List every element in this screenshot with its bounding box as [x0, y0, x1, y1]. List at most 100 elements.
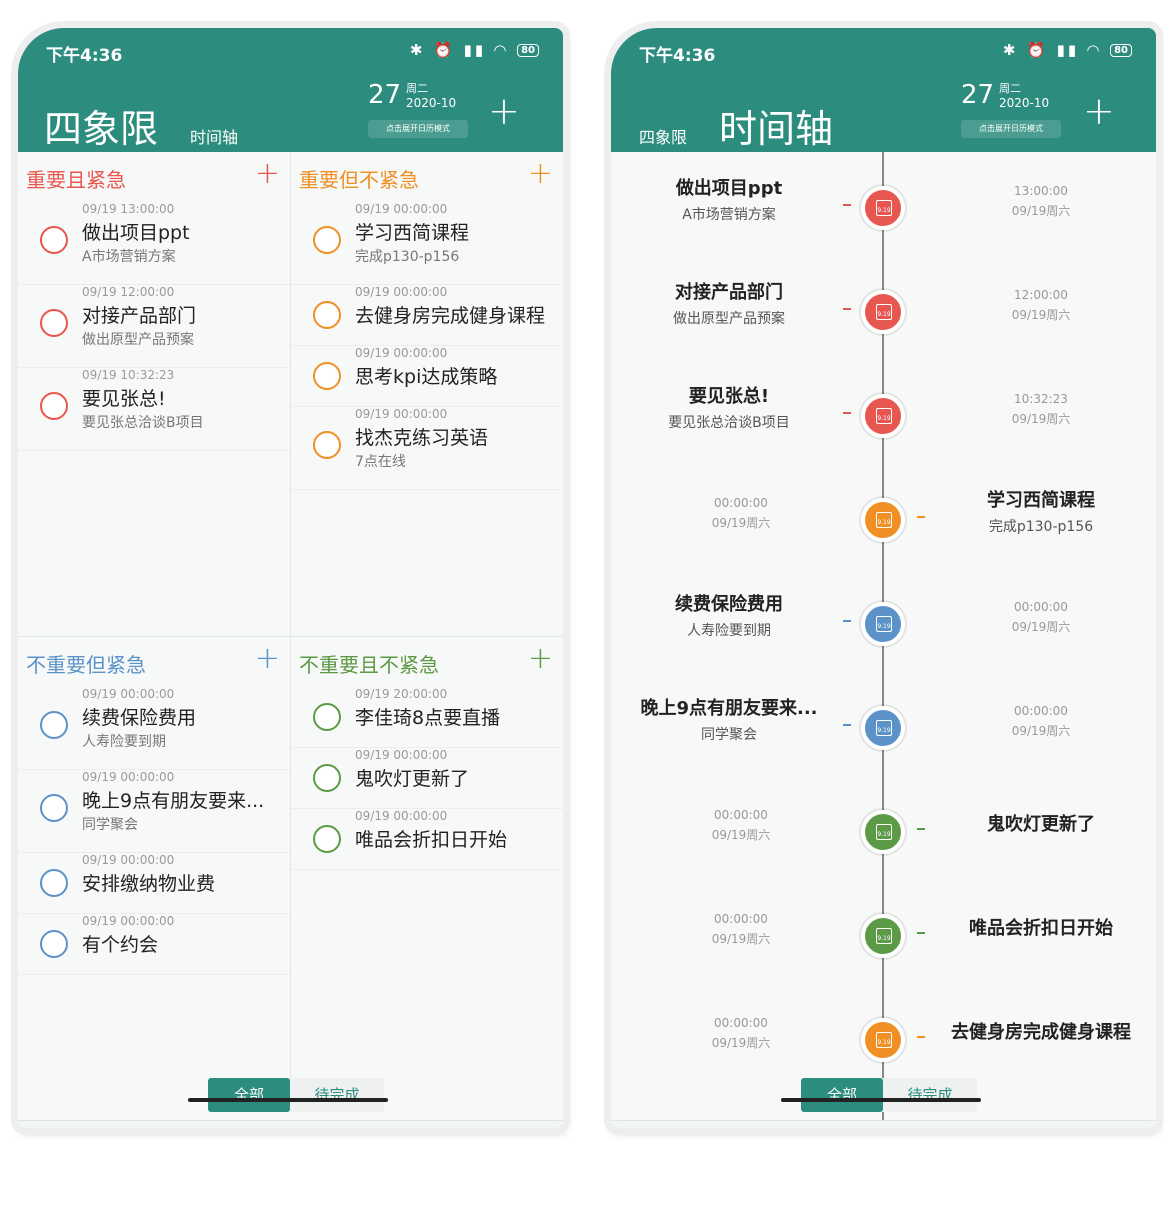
timeline-item[interactable]: 9.19 学习西简课程 完成p130-p156 00:00:00 09/19周六: [611, 480, 1156, 580]
timeline-item[interactable]: 9.19 对接产品部门 做出原型产品预案 12:00:00 09/19周六: [611, 272, 1156, 372]
timeline-task: 对接产品部门 做出原型产品预案: [619, 278, 839, 328]
timeline-item[interactable]: 9.19 唯品会折扣日开始 00:00:00 09/19周六: [611, 896, 1156, 996]
task-title: 对接产品部门: [82, 305, 197, 327]
date-weekday: 周二: [406, 82, 428, 95]
filter-pending-button[interactable]: 待完成: [883, 1078, 977, 1112]
checkbox-circle[interactable]: [313, 301, 341, 329]
timeline-item[interactable]: 9.19 续费保险费用 人寿险要到期 00:00:00 09/19周六: [611, 584, 1156, 684]
quadrant: 重要但不紧急 +09/19 00:00:00 学习西简课程 完成p130-p156 09…: [291, 152, 563, 592]
task-time: 10:32:23: [1014, 392, 1068, 406]
task-time: 09/19 00:00:00: [355, 407, 448, 421]
calendar-mode-button[interactable]: 点击展开日历模式: [368, 120, 468, 138]
task-item[interactable]: 09/19 10:32:23 要见张总! 要见张总洽谈B项目: [18, 368, 290, 451]
task-note: 同学聚会: [701, 727, 757, 743]
calendar-icon: 9.19: [876, 304, 892, 320]
switch-quadrant-link[interactable]: 四象限: [639, 124, 687, 148]
task-time: 09/19 00:00:00: [355, 346, 448, 360]
task-item[interactable]: 09/19 13:00:00 做出项目ppt A市场营销方案: [18, 202, 290, 285]
task-datetime: 00:00:00 09/19周六: [651, 496, 831, 535]
task-date: 09/19周六: [1011, 724, 1071, 738]
calendar-node-icon: 9.19: [861, 498, 905, 542]
task-item[interactable]: 09/19 00:00:00 学习西简课程 完成p130-p156: [291, 202, 563, 285]
task-note: 要见张总洽谈B项目: [82, 415, 204, 431]
app-header: 下午4:36 ✱ ⏰ ▮▮ ◠ 80 四象限 时间轴 27 周二 2020-10…: [18, 28, 563, 152]
task-note: 完成p130-p156: [988, 519, 1094, 535]
calendar-icon: 9.19: [876, 1032, 892, 1048]
task-title: 鬼吹灯更新了: [355, 768, 470, 790]
phone-timeline-view: 下午4:36 ✱ ⏰ ▮▮ ◠ 80 四象限 时间轴 27 周二 2020-10…: [611, 28, 1156, 1128]
filter-pending-button[interactable]: 待完成: [290, 1078, 384, 1112]
calendar-icon: 9.19: [876, 720, 892, 736]
quadrant-grid: 重要且紧急 +09/19 13:00:00 做出项目ppt A市场营销方案 09/19 …: [18, 152, 563, 1082]
connector-dash: [917, 516, 925, 518]
calendar-node-icon: 9.19: [861, 914, 905, 958]
page-title: 四象限: [44, 107, 159, 151]
home-indicator: [188, 1098, 388, 1102]
timeline-item[interactable]: 9.19 晚上9点有朋友要来... 同学聚会 00:00:00 09/19周六: [611, 688, 1156, 788]
add-task-button[interactable]: +: [1083, 92, 1115, 130]
task-note: 同学聚会: [82, 817, 138, 833]
checkbox-circle[interactable]: [40, 309, 68, 337]
task-title: 鬼吹灯更新了: [987, 814, 1095, 835]
task-item[interactable]: 09/19 00:00:00 晚上9点有朋友要来... 同学聚会: [18, 770, 290, 853]
checkbox-circle[interactable]: [313, 764, 341, 792]
checkbox-circle[interactable]: [313, 362, 341, 390]
add-task-button[interactable]: +: [488, 92, 520, 130]
task-item[interactable]: 09/19 00:00:00 去健身房完成健身课程: [291, 285, 563, 346]
phone-quadrant-view: 下午4:36 ✱ ⏰ ▮▮ ◠ 80 四象限 时间轴 27 周二 2020-10…: [18, 28, 563, 1128]
task-title: 做出项目ppt: [675, 178, 783, 199]
date-block[interactable]: 27 周二 2020-10 点击展开日历模式: [368, 80, 468, 140]
timeline-item[interactable]: 9.19 要见张总! 要见张总洽谈B项目 10:32:23 09/19周六: [611, 376, 1156, 476]
task-time: 09/19 00:00:00: [82, 914, 175, 928]
calendar-node-icon: 9.19: [861, 1018, 905, 1062]
task-title: 要见张总!: [82, 388, 166, 410]
task-time: 09/19 00:00:00: [82, 853, 175, 867]
switch-timeline-link[interactable]: 时间轴: [190, 124, 238, 148]
task-item[interactable]: 09/19 20:00:00 李佳琦8点要直播: [291, 687, 563, 748]
task-item[interactable]: 09/19 00:00:00 鬼吹灯更新了: [291, 748, 563, 809]
task-time: 09/19 00:00:00: [355, 748, 448, 762]
filter-all-button[interactable]: 全部: [208, 1078, 290, 1112]
task-datetime: 13:00:00 09/19周六: [951, 184, 1131, 223]
task-item[interactable]: 09/19 00:00:00 有个约会: [18, 914, 290, 975]
filter-all-button[interactable]: 全部: [801, 1078, 883, 1112]
checkbox-circle[interactable]: [40, 226, 68, 254]
quadrant-add-button[interactable]: +: [528, 156, 553, 191]
task-item[interactable]: 09/19 00:00:00 唯品会折扣日开始: [291, 809, 563, 870]
checkbox-circle[interactable]: [313, 703, 341, 731]
quadrant-add-button[interactable]: +: [255, 156, 280, 191]
date-year-month: 2020-10: [406, 96, 457, 110]
timeline-task: 去健身房完成健身课程: [931, 1018, 1151, 1044]
task-note: A市场营销方案: [82, 249, 176, 265]
task-item[interactable]: 09/19 00:00:00 续费保险费用 人寿险要到期: [18, 687, 290, 770]
timeline-item[interactable]: 9.19 做出项目ppt A市场营销方案 13:00:00 09/19周六: [611, 168, 1156, 268]
connector-dash: [843, 620, 851, 622]
checkbox-circle[interactable]: [313, 431, 341, 459]
task-item[interactable]: 09/19 12:00:00 对接产品部门 做出原型产品预案: [18, 285, 290, 368]
timeline-item[interactable]: 9.19 鬼吹灯更新了 00:00:00 09/19周六: [611, 792, 1156, 892]
home-indicator: [781, 1098, 981, 1102]
calendar-node-icon: 9.19: [861, 394, 905, 438]
checkbox-circle[interactable]: [313, 226, 341, 254]
timeline-task: 要见张总! 要见张总洽谈B项目: [619, 382, 839, 432]
checkbox-circle[interactable]: [40, 869, 68, 897]
checkbox-circle[interactable]: [40, 392, 68, 420]
task-time: 09/19 00:00:00: [355, 809, 448, 823]
calendar-mode-button[interactable]: 点击展开日历模式: [961, 120, 1061, 138]
task-item[interactable]: 09/19 00:00:00 找杰克练习英语 7点在线: [291, 407, 563, 490]
connector-dash: [917, 1036, 925, 1038]
quadrant-add-button[interactable]: +: [528, 641, 553, 676]
filter-toggle: 全部 待完成: [801, 1078, 977, 1112]
quadrant-add-button[interactable]: +: [255, 641, 280, 676]
task-item[interactable]: 09/19 00:00:00 安排缴纳物业费: [18, 853, 290, 914]
checkbox-circle[interactable]: [40, 794, 68, 822]
checkbox-circle[interactable]: [313, 825, 341, 853]
checkbox-circle[interactable]: [40, 711, 68, 739]
calendar-node-icon: 9.19: [861, 706, 905, 750]
connector-dash: [843, 204, 851, 206]
task-item[interactable]: 09/19 00:00:00 思考kpi达成策略: [291, 346, 563, 407]
checkbox-circle[interactable]: [40, 930, 68, 958]
calendar-icon: 9.19: [876, 824, 892, 840]
task-title: 学习西简课程: [355, 222, 470, 244]
date-block[interactable]: 27 周二 2020-10 点击展开日历模式: [961, 80, 1061, 140]
